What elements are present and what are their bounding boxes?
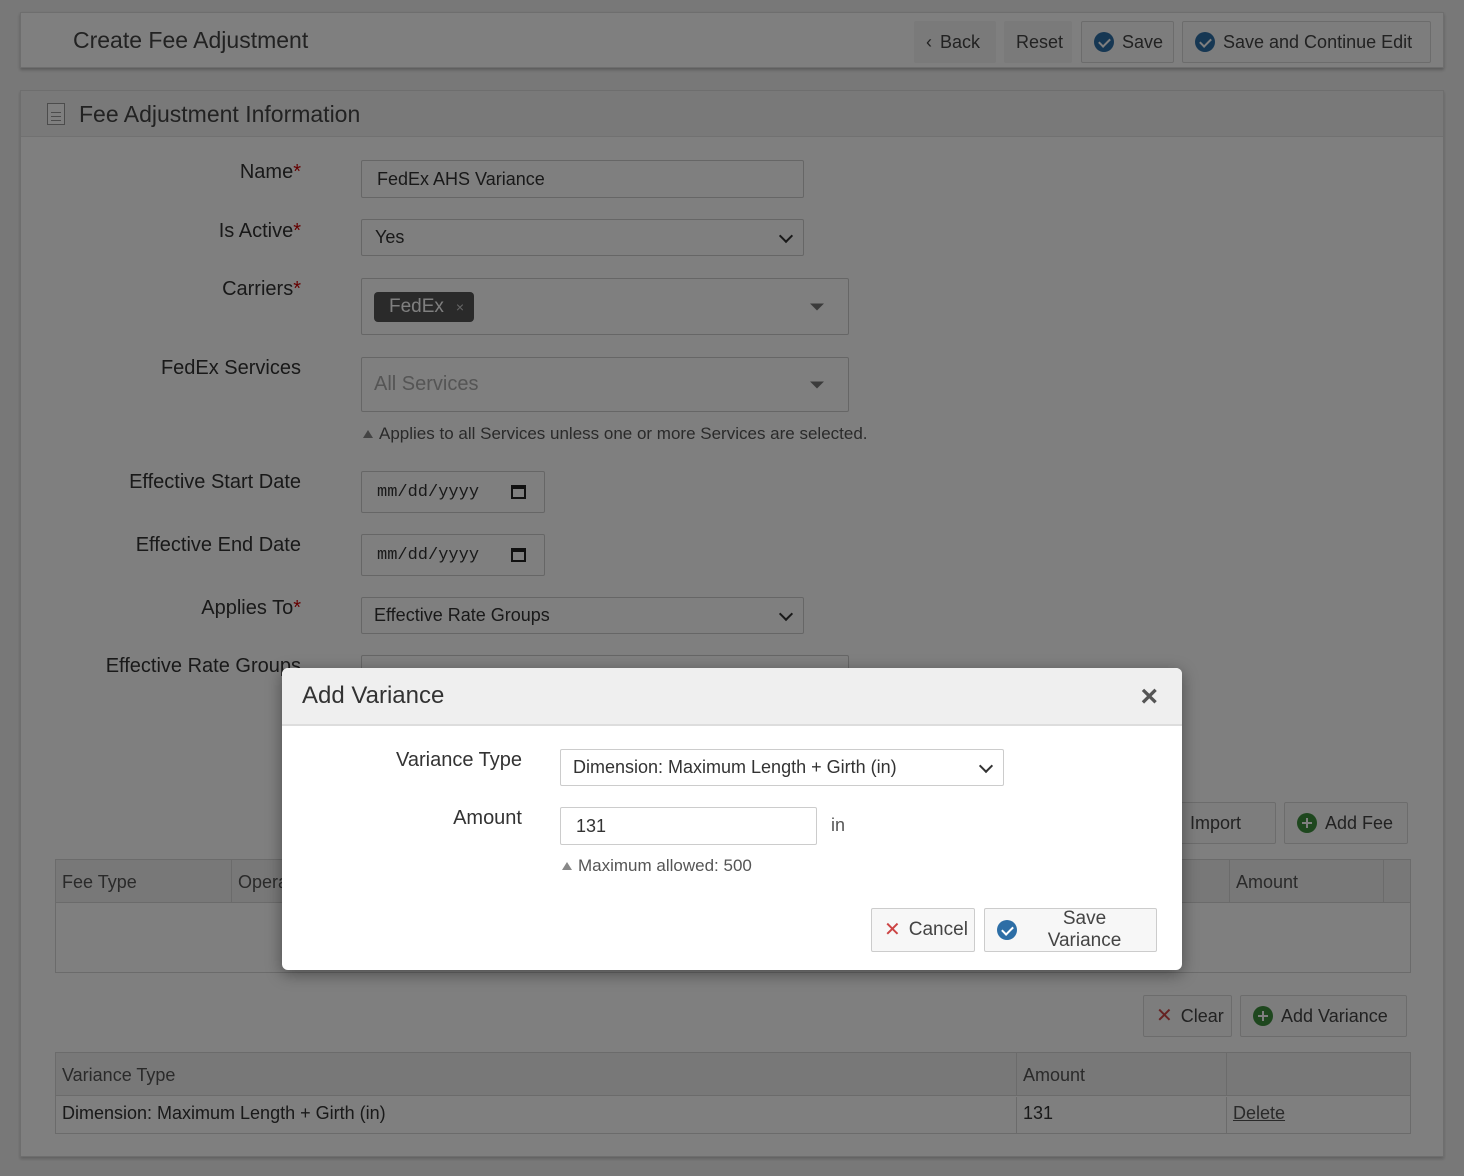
amount-unit: in	[831, 815, 846, 835]
chevron-down-icon	[978, 758, 994, 773]
close-icon[interactable]: ×	[1140, 682, 1158, 712]
amount-hint: Maximum allowed: 500	[562, 856, 752, 876]
add-variance-modal: Add Variance × Variance Type Dimension: …	[282, 668, 1182, 970]
variance-type-select[interactable]: Dimension: Maximum Length + Girth (in)	[560, 749, 1004, 786]
modal-title: Add Variance	[302, 682, 445, 709]
modal-backdrop[interactable]	[0, 0, 1464, 1176]
close-icon: ✕	[884, 919, 901, 941]
cancel-button[interactable]: ✕ Cancel	[871, 908, 975, 952]
save-variance-button[interactable]: Save Variance	[984, 908, 1157, 952]
amount-input[interactable]: 131	[560, 807, 817, 845]
variance-type-label: Variance Type	[395, 749, 522, 771]
triangle-up-icon	[562, 862, 572, 870]
amount-label: Amount	[453, 807, 522, 829]
modal-header: Add Variance ×	[282, 668, 1182, 726]
check-circle-icon	[997, 920, 1017, 940]
